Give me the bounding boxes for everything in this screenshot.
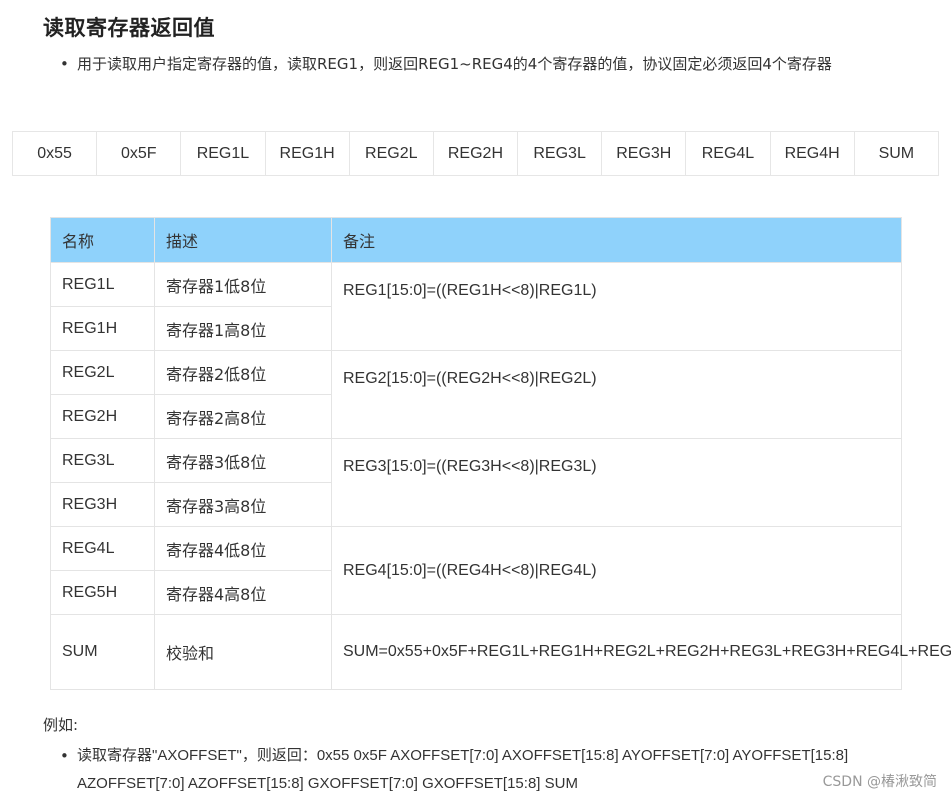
example-label: 例如: <box>43 716 79 734</box>
frame-cell: 0x55 <box>11 131 98 176</box>
reg-desc: 寄存器1低8位 <box>154 262 332 307</box>
reg-name: REG5H <box>50 570 155 615</box>
reg-desc: 寄存器2低8位 <box>154 350 332 395</box>
reg-desc: 寄存器4高8位 <box>154 570 332 615</box>
reg-name: SUM <box>50 614 155 690</box>
table-header-row: 名称 描述 备注 <box>50 217 902 263</box>
table-row: REG4L 寄存器4低8位 REG4[15:0]=((REG4H<<8)|REG… <box>50 526 902 615</box>
frame-cell: 0x5F <box>96 131 182 176</box>
reg-name: REG1L <box>50 262 155 307</box>
table-row: REG1L 寄存器1低8位 REG1[15:0]=((REG1H<<8)|REG… <box>50 262 902 351</box>
table-row: SUM 校验和 SUM=0x55+0x5F+REG1L+REG1H+REG2L+… <box>50 614 951 690</box>
frame-cell: REG2L <box>348 131 434 176</box>
reg-name: REG2L <box>50 350 155 395</box>
frame-cell: REG1L <box>180 131 266 176</box>
register-table: 名称 描述 备注 REG1L 寄存器1低8位 REG1[15:0]=((REG1… <box>50 217 951 690</box>
header-name: 名称 <box>50 217 155 263</box>
reg-desc: 校验和 <box>154 614 332 690</box>
frame-cell: SUM <box>853 131 940 176</box>
frame-cell: REG4L <box>685 131 771 176</box>
reg-name: REG4L <box>50 526 155 571</box>
reg-desc: 寄存器4低8位 <box>154 526 332 571</box>
bullet-dot: • <box>60 747 69 765</box>
example-text: 读取寄存器"AXOFFSET"，则返回：0x55 0x5F AXOFFSET[7… <box>77 747 849 792</box>
frame-cell: REG1H <box>264 131 350 176</box>
checksum-remark: SUM=0x55+0x5F+REG1L+REG1H+REG2L+REG2H+RE… <box>331 614 951 690</box>
reg-name: REG3H <box>50 482 155 527</box>
reg-desc: 寄存器3低8位 <box>154 438 332 483</box>
reg-desc: 寄存器2高8位 <box>154 394 332 439</box>
table-row: REG3L 寄存器3低8位 REG3[15:0]=((REG3H<<8)|REG… <box>50 438 902 527</box>
reg-desc: 寄存器3高8位 <box>154 482 332 527</box>
header-desc: 描述 <box>154 217 332 263</box>
intro-text: 用于读取用户指定寄存器的值，读取REG1，则返回REG1~REG4的4个寄存器的… <box>77 55 832 73</box>
frame-cell: REG3L <box>517 131 603 176</box>
watermark: CSDN @椿湫致简 <box>822 774 937 790</box>
frame-cell: REG4H <box>769 131 855 176</box>
reg-remark: REG2[15:0]=((REG2H<<8)|REG2L) <box>331 350 902 439</box>
reg-remark: REG1[15:0]=((REG1H<<8)|REG1L) <box>331 262 902 351</box>
reg-desc: 寄存器1高8位 <box>154 306 332 351</box>
header-remark: 备注 <box>331 217 902 263</box>
frame-format-table: 0x55 0x5F REG1L REG1H REG2L REG2H REG3L … <box>11 131 940 176</box>
intro-bullet: • 用于读取用户指定寄存器的值，读取REG1，则返回REG1~REG4的4个寄存… <box>60 50 900 78</box>
reg-name: REG3L <box>50 438 155 483</box>
reg-name: REG2H <box>50 394 155 439</box>
frame-cell: REG2H <box>432 131 519 176</box>
frame-row: 0x55 0x5F REG1L REG1H REG2L REG2H REG3L … <box>11 131 940 176</box>
reg-remark: REG3[15:0]=((REG3H<<8)|REG3L) <box>331 438 902 527</box>
example-bullet: • 读取寄存器"AXOFFSET"，则返回：0x55 0x5F AXOFFSET… <box>60 742 900 798</box>
frame-cell: REG3H <box>601 131 687 176</box>
page-title: 读取寄存器返回值 <box>43 16 215 40</box>
reg-name: REG1H <box>50 306 155 351</box>
bullet-dot: • <box>60 55 69 73</box>
reg-remark: REG4[15:0]=((REG4H<<8)|REG4L) <box>331 526 902 615</box>
table-row: REG2L 寄存器2低8位 REG2[15:0]=((REG2H<<8)|REG… <box>50 350 902 439</box>
